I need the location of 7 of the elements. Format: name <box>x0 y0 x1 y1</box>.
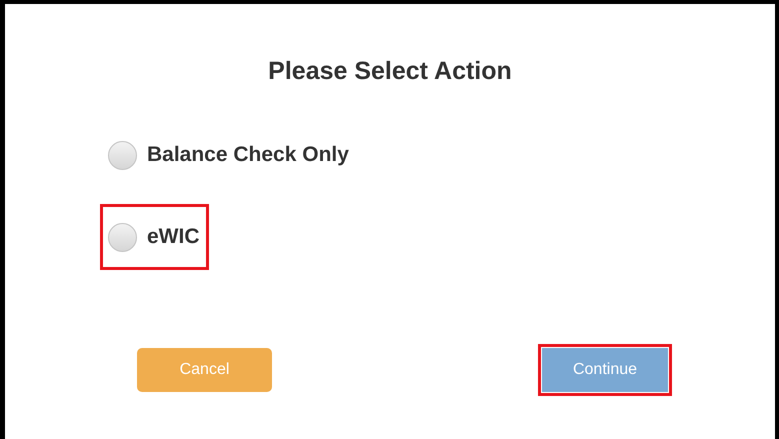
option-label: eWIC <box>147 224 200 250</box>
radio-button[interactable] <box>108 222 137 252</box>
continue-button[interactable]: Continue <box>542 348 668 392</box>
option-label: Balance Check Only <box>147 142 349 168</box>
dialog-title: Please Select Action <box>268 56 512 86</box>
radio-button[interactable] <box>108 140 137 170</box>
cancel-button[interactable]: Cancel <box>137 348 272 392</box>
